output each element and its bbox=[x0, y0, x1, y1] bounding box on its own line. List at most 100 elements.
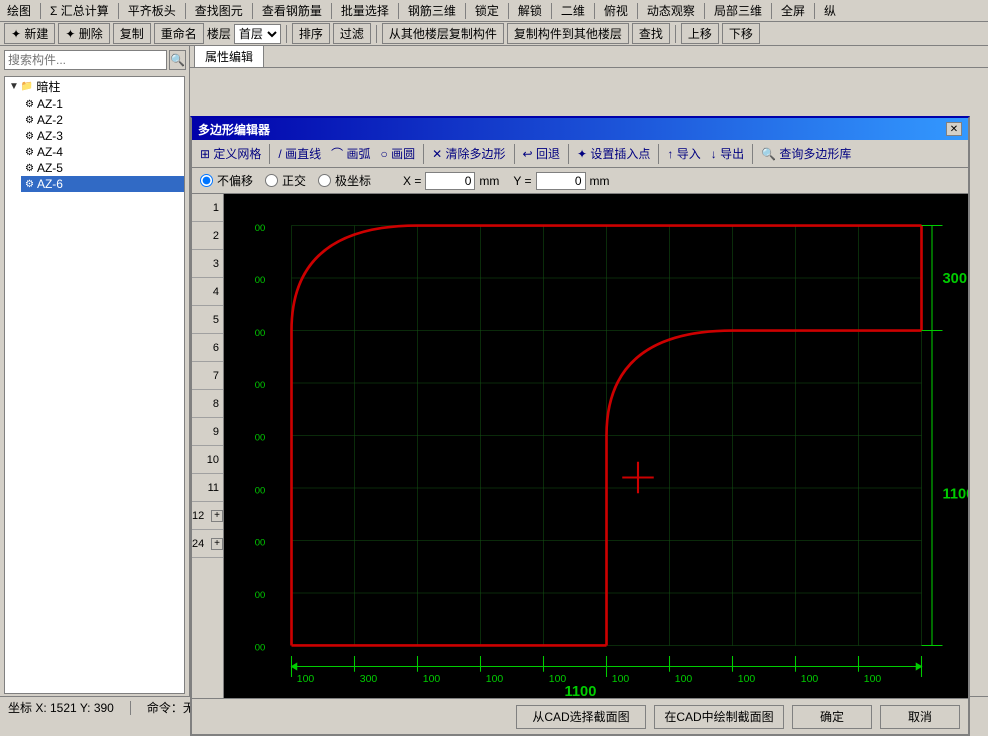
new-button[interactable]: ✦ 新建 bbox=[4, 23, 55, 44]
content-area: 属性编辑 多边形编辑器 ✕ ⊞ 定义网格 / 画直线 ⌒ bbox=[190, 46, 988, 696]
menu-top-view[interactable]: 俯视 bbox=[601, 1, 631, 20]
tree-item-az4[interactable]: ⚙ AZ-4 bbox=[21, 144, 184, 160]
rename-button[interactable]: 重命名 bbox=[154, 23, 204, 44]
dialog-toolbar: ⊞ 定义网格 / 画直线 ⌒ 画弧 ○ 画圆 ✕ bbox=[192, 140, 968, 168]
tab-bar: 属性编辑 bbox=[190, 46, 988, 68]
menu-2d[interactable]: 二维 bbox=[558, 1, 588, 20]
radio-polar-input[interactable] bbox=[318, 174, 331, 187]
svg-text:00: 00 bbox=[255, 380, 266, 391]
btn-import[interactable]: ↑ 导入 bbox=[663, 144, 704, 163]
menu-calc[interactable]: Σ 汇总计算 bbox=[47, 1, 112, 20]
add-row-12[interactable]: + bbox=[211, 510, 223, 522]
x-label: X = bbox=[403, 174, 421, 188]
tree-item-label-1: AZ-1 bbox=[37, 97, 63, 111]
component-icon-2: ⚙ bbox=[25, 115, 34, 126]
ok-button[interactable]: 确定 bbox=[792, 705, 872, 729]
search-input[interactable] bbox=[4, 50, 167, 70]
line-icon: / bbox=[278, 147, 281, 161]
svg-text:1100: 1100 bbox=[565, 684, 597, 698]
btn-draw-arc[interactable]: ⌒ 画弧 bbox=[327, 144, 374, 163]
tree-item-az3[interactable]: ⚙ AZ-3 bbox=[21, 128, 184, 144]
row-9: 9 bbox=[192, 418, 223, 446]
menu-dynamic[interactable]: 动态观察 bbox=[644, 1, 698, 20]
folder-icon: 📁 bbox=[21, 81, 33, 92]
x-input[interactable] bbox=[425, 172, 475, 190]
menu-find[interactable]: 查找图元 bbox=[192, 1, 246, 20]
row-numbers: 1 2 3 4 5 6 7 8 9 10 11 12+ 24+ bbox=[192, 194, 224, 698]
tree-item-label-4: AZ-4 bbox=[37, 145, 63, 159]
tree-item-az1[interactable]: ⚙ AZ-1 bbox=[21, 96, 184, 112]
draw-cad-button[interactable]: 在CAD中绘制截面图 bbox=[654, 705, 784, 729]
svg-text:100: 100 bbox=[297, 673, 315, 685]
up-button[interactable]: 上移 bbox=[681, 23, 719, 44]
btn-draw-line[interactable]: / 画直线 bbox=[274, 144, 325, 163]
btn-undo[interactable]: ↩ 回退 bbox=[519, 144, 564, 163]
search-button[interactable]: 🔍 bbox=[169, 50, 186, 70]
svg-text:100: 100 bbox=[864, 673, 882, 685]
menu-unlock[interactable]: 解锁 bbox=[515, 1, 545, 20]
menu-draw[interactable]: 绘图 bbox=[4, 1, 34, 20]
svg-text:100: 100 bbox=[801, 673, 819, 685]
svg-text:00: 00 bbox=[255, 643, 266, 654]
dialog-close-button[interactable]: ✕ bbox=[946, 122, 962, 136]
x-unit: mm bbox=[479, 174, 499, 188]
row-6: 6 bbox=[192, 334, 223, 362]
main-layout: 🔍 ▼ 📁 暗柱 ⚙ AZ-1 ⚙ AZ-2 ⚙ bbox=[0, 46, 988, 696]
dialog-title: 多边形编辑器 bbox=[198, 121, 270, 138]
menu-fullscreen[interactable]: 全屏 bbox=[778, 1, 808, 20]
menu-batch[interactable]: 批量选择 bbox=[338, 1, 392, 20]
component-icon-5: ⚙ bbox=[25, 163, 34, 174]
btn-draw-circle[interactable]: ○ 画圆 bbox=[377, 144, 420, 163]
tree-panel: ▼ 📁 暗柱 ⚙ AZ-1 ⚙ AZ-2 ⚙ AZ-3 ⚙ bbox=[4, 76, 185, 694]
component-icon-6: ⚙ bbox=[25, 179, 34, 190]
tree-item-az5[interactable]: ⚙ AZ-5 bbox=[21, 160, 184, 176]
tree-children: ⚙ AZ-1 ⚙ AZ-2 ⚙ AZ-3 ⚙ AZ-4 ⚙ AZ-5 bbox=[5, 96, 184, 192]
from-cad-button[interactable]: 从CAD选择截面图 bbox=[516, 705, 646, 729]
sort-button[interactable]: 排序 bbox=[292, 23, 330, 44]
find-button[interactable]: 查找 bbox=[632, 23, 670, 44]
menu-rebar-3d[interactable]: 钢筋三维 bbox=[405, 1, 459, 20]
svg-text:00: 00 bbox=[255, 223, 266, 234]
floor-select[interactable]: 首层 bbox=[234, 24, 281, 44]
left-panel: 🔍 ▼ 📁 暗柱 ⚙ AZ-1 ⚙ AZ-2 ⚙ bbox=[0, 46, 190, 696]
btn-clear-poly[interactable]: ✕ 清除多边形 bbox=[428, 144, 509, 163]
tree-root[interactable]: ▼ 📁 暗柱 bbox=[5, 77, 184, 96]
cancel-button[interactable]: 取消 bbox=[880, 705, 960, 729]
radio-no-offset: 不偏移 bbox=[200, 172, 253, 189]
menu-align[interactable]: 平齐板头 bbox=[125, 1, 179, 20]
menu-more[interactable]: 纵 bbox=[821, 1, 839, 20]
cad-canvas[interactable]: 300 1100 bbox=[224, 194, 968, 698]
component-icon-1: ⚙ bbox=[25, 99, 34, 110]
btn-query-lib[interactable]: 🔍 查询多边形库 bbox=[757, 144, 855, 163]
btn-define-grid[interactable]: ⊞ 定义网格 bbox=[196, 144, 265, 163]
copy-from-button[interactable]: 从其他楼层复制构件 bbox=[382, 23, 504, 44]
down-button[interactable]: 下移 bbox=[722, 23, 760, 44]
tree-root-label: 暗柱 bbox=[36, 78, 60, 95]
svg-text:00: 00 bbox=[255, 485, 266, 496]
tab-property[interactable]: 属性编辑 bbox=[194, 45, 264, 67]
btn-set-insert[interactable]: ✦ 设置插入点 bbox=[573, 144, 654, 163]
radio-orthogonal: 正交 bbox=[265, 172, 306, 189]
circle-icon: ○ bbox=[381, 147, 388, 161]
add-row-24[interactable]: + bbox=[211, 538, 223, 550]
radio-no-offset-input[interactable] bbox=[200, 174, 213, 187]
tree-item-label-2: AZ-2 bbox=[37, 113, 63, 127]
menu-lock[interactable]: 锁定 bbox=[472, 1, 502, 20]
copy-to-button[interactable]: 复制构件到其他楼层 bbox=[507, 23, 629, 44]
copy-button[interactable]: 复制 bbox=[113, 23, 151, 44]
tree-item-az2[interactable]: ⚙ AZ-2 bbox=[21, 112, 184, 128]
row-5: 5 bbox=[192, 306, 223, 334]
insert-icon: ✦ bbox=[577, 147, 587, 161]
y-input[interactable] bbox=[536, 172, 586, 190]
tree-item-az6[interactable]: ⚙ AZ-6 bbox=[21, 176, 184, 192]
svg-text:100: 100 bbox=[675, 673, 693, 685]
menu-rebar-qty[interactable]: 查看钢筋量 bbox=[259, 1, 325, 20]
btn-export[interactable]: ↓ 导出 bbox=[707, 144, 748, 163]
radio-polar: 极坐标 bbox=[318, 172, 371, 189]
radio-orthogonal-input[interactable] bbox=[265, 174, 278, 187]
delete-button[interactable]: ✦ 删除 bbox=[58, 23, 109, 44]
menu-local-3d[interactable]: 局部三维 bbox=[711, 1, 765, 20]
filter-button[interactable]: 过滤 bbox=[333, 23, 371, 44]
svg-text:300: 300 bbox=[360, 673, 378, 685]
row-4: 4 bbox=[192, 278, 223, 306]
